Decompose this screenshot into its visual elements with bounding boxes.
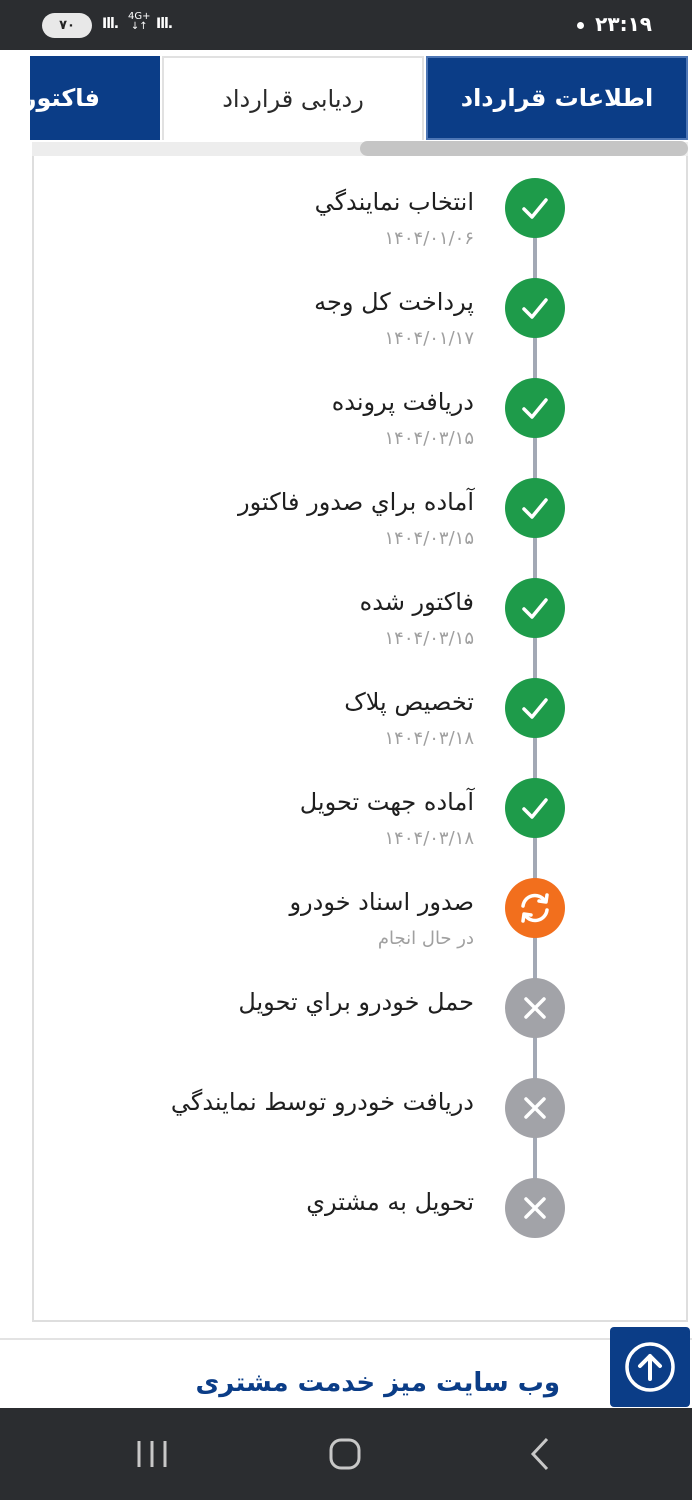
tab-contract-info[interactable]: اطلاعات قرارداد [426,56,688,140]
step-status-done [505,278,565,338]
tab-bar: اطلاعات قرارداد ردیابی قرارداد فاکتور [30,56,688,140]
step-title: تحویل به مشتري [306,1188,474,1216]
system-nav-bar [0,1408,692,1500]
step-date: ۱۴۰۴/۰۳/۱۸ [384,828,474,849]
step-status-progress [505,878,565,938]
step-date: ۱۴۰۴/۰۳/۱۸ [384,728,474,749]
timeline-step: تخصیص پلاک ۱۴۰۴/۰۳/۱۸ [0,678,692,778]
back-icon [530,1437,549,1471]
step-title: پرداخت کل وجه [314,288,474,316]
timeline-step: صدور اسناد خودرو در حال انجام [0,878,692,978]
status-time: ۲۳:۱۹ [595,12,652,36]
step-status-done [505,778,565,838]
arrow-up-icon [625,1342,675,1392]
recent-apps-button[interactable] [127,1434,177,1474]
scroll-to-top-button[interactable] [610,1327,690,1407]
step-title: حمل خودرو براي تحويل [238,988,474,1016]
status-bar: ۲۳:۱۹ ۷۰ Ill. 4G+ ↓↑ Ill. [0,0,692,50]
timeline-step: تحویل به مشتري [0,1178,692,1278]
timeline-step: حمل خودرو براي تحويل [0,978,692,1078]
timeline-step: آماده براي صدور فاکتور ۱۴۰۴/۰۳/۱۵ [0,478,692,578]
step-date: ۱۴۰۴/۰۱/۰۶ [384,228,474,249]
network-type: 4G+ ↓↑ [128,11,151,32]
timeline-step: آماده جهت تحویل ۱۴۰۴/۰۳/۱۸ [0,778,692,878]
timeline-step: دریافت پرونده ۱۴۰۴/۰۳/۱۵ [0,378,692,478]
close-icon [522,1195,548,1221]
step-status-done [505,478,565,538]
step-date: ۱۴۰۴/۰۳/۱۵ [384,428,474,449]
check-icon [518,791,552,825]
timeline-step: پرداخت کل وجه ۱۴۰۴/۰۱/۱۷ [0,278,692,378]
step-title: تخصیص پلاک [344,688,474,716]
footer-divider [0,1338,692,1340]
step-status-pending [505,1078,565,1138]
battery-level: ۷۰ [59,18,75,33]
step-title: دریافت خودرو توسط نمایندگي [170,1088,474,1116]
step-title: آماده براي صدور فاکتور [238,488,474,516]
home-icon [329,1438,361,1470]
step-title: انتخاب نمايندگي [314,188,474,216]
home-button[interactable] [320,1434,370,1474]
tab-invoice[interactable]: فاکتور [30,56,160,140]
check-icon [518,291,552,325]
step-title: آماده جهت تحویل [299,788,474,816]
check-icon [518,191,552,225]
step-title: دریافت پرونده [331,388,474,416]
step-status-done [505,378,565,438]
step-status-done [505,578,565,638]
battery-icon: ۷۰ [42,13,92,38]
tab-contract-tracking[interactable]: ردیابی قرارداد [162,56,424,140]
timeline-step: انتخاب نمايندگي ۱۴۰۴/۰۱/۰۶ [0,178,692,278]
signal-icon: Ill. [102,16,119,32]
footer-title[interactable]: وب سایت میز خدمت مشتری [195,1368,560,1398]
tabs-scrollbar-thumb[interactable] [360,141,688,156]
step-status-done [505,678,565,738]
refresh-icon [516,889,554,927]
close-icon [522,1095,548,1121]
timeline-step: دریافت خودرو توسط نمایندگي [0,1078,692,1178]
check-icon [518,491,552,525]
step-status-pending [505,978,565,1038]
step-date: ۱۴۰۴/۰۱/۱۷ [384,328,474,349]
close-icon [522,995,548,1021]
step-date: ۱۴۰۴/۰۳/۱۵ [384,528,474,549]
signal-icon-2: Ill. [156,16,173,32]
check-icon [518,391,552,425]
check-icon [518,591,552,625]
timeline-step: فاکتور شده ۱۴۰۴/۰۳/۱۵ [0,578,692,678]
recent-apps-icon [137,1441,167,1467]
step-status-text: در حال انجام [377,928,474,949]
step-status-pending [505,1178,565,1238]
step-title: صدور اسناد خودرو [289,888,474,916]
back-button[interactable] [515,1434,565,1474]
step-status-done [505,178,565,238]
step-title: فاکتور شده [359,588,474,616]
notification-dot-icon [577,22,584,29]
step-date: ۱۴۰۴/۰۳/۱۵ [384,628,474,649]
check-icon [518,691,552,725]
